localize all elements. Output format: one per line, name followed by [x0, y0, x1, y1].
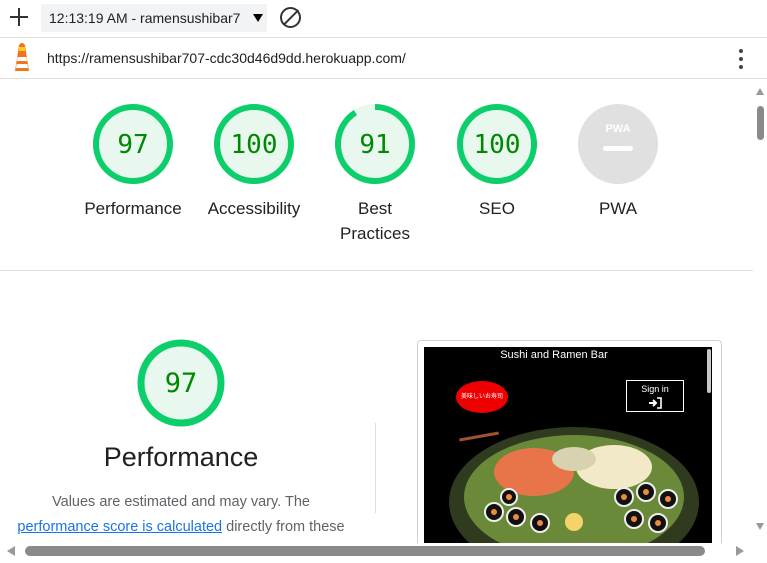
note-text-after: directly from these: [222, 519, 345, 535]
site-logo: 美味しいお寿司: [456, 381, 508, 413]
gauge-seo[interactable]: 100 SEO: [437, 102, 557, 221]
gauge-label: Best Practices: [340, 199, 410, 243]
screenshot-scrollbar: [707, 349, 711, 393]
gauge-label: SEO: [479, 199, 515, 218]
gauge-pwa[interactable]: PWA PWA: [558, 102, 678, 221]
gauge-accessibility[interactable]: 100 Accessibility: [194, 102, 314, 221]
plus-icon[interactable]: [9, 7, 29, 27]
final-screenshot[interactable]: Sushi and Ramen Bar 美味しいお寿司 Sign in: [417, 340, 722, 543]
performance-title: Performance: [103, 442, 259, 472]
scroll-down-arrow-icon[interactable]: [756, 523, 764, 530]
page-url[interactable]: https://ramensushibar707-cdc30d46d9dd.he…: [47, 50, 406, 66]
pwa-badge-icon: PWA: [578, 104, 658, 184]
score-calculator-link[interactable]: performance score is calculated: [17, 519, 222, 535]
login-arrow-icon: [649, 397, 662, 409]
performance-gauge: 97: [137, 339, 225, 427]
score-value: 97: [117, 130, 148, 160]
devtools-toolbar: 12:13:19 AM - ramensushibar7: [0, 0, 767, 36]
horizontal-scroll-thumb[interactable]: [25, 546, 705, 556]
report-selector-label: 12:13:19 AM - ramensushibar7: [49, 10, 241, 26]
score-value: 91: [359, 130, 390, 160]
scroll-up-arrow-icon[interactable]: [756, 88, 764, 95]
section-divider-vertical: [375, 423, 376, 513]
url-bar: https://ramensushibar707-cdc30d46d9dd.he…: [0, 37, 767, 79]
vertical-scroll-thumb[interactable]: [757, 106, 764, 140]
sushi-platter-image: [424, 347, 712, 543]
score-ring: 100: [457, 104, 537, 184]
gauge-label: PWA: [598, 199, 638, 218]
score-ring: 97: [93, 104, 173, 184]
block-icon[interactable]: [280, 7, 301, 28]
scroll-left-arrow-icon[interactable]: [7, 546, 15, 556]
score-value: 100: [474, 130, 521, 160]
score-value: 100: [231, 130, 278, 160]
signin-label: Sign in: [641, 384, 669, 394]
section-divider: [0, 270, 753, 271]
report-content: 97 Performance 100 Accessibility 91 Best…: [0, 80, 753, 543]
site-title: Sushi and Ramen Bar: [500, 349, 608, 361]
score-ring: 100: [214, 104, 294, 184]
scroll-right-arrow-icon[interactable]: [736, 546, 744, 556]
signin-button: Sign in: [626, 380, 684, 412]
pwa-badge-text: PWA: [605, 123, 630, 135]
lighthouse-icon: [15, 43, 29, 71]
note-text: Values are estimated and may vary. The: [52, 494, 310, 510]
caret-down-icon: [253, 14, 263, 22]
performance-note: Values are estimated and may vary. The p…: [0, 490, 362, 540]
gauge-performance[interactable]: 97 Performance: [73, 102, 193, 221]
score-ring: 91: [335, 104, 415, 184]
horizontal-scrollbar[interactable]: [0, 543, 767, 563]
performance-score: 97: [165, 368, 198, 399]
screenshot-image: Sushi and Ramen Bar 美味しいお寿司 Sign in: [424, 347, 712, 543]
gauge-best-practices[interactable]: 91 Best Practices: [315, 102, 435, 246]
vertical-scrollbar[interactable]: [753, 80, 767, 543]
report-selector[interactable]: 12:13:19 AM - ramensushibar7: [41, 4, 267, 32]
kebab-menu-icon[interactable]: [736, 48, 746, 70]
gauge-label: Performance: [84, 199, 182, 218]
gauge-label: Accessibility: [207, 199, 301, 218]
